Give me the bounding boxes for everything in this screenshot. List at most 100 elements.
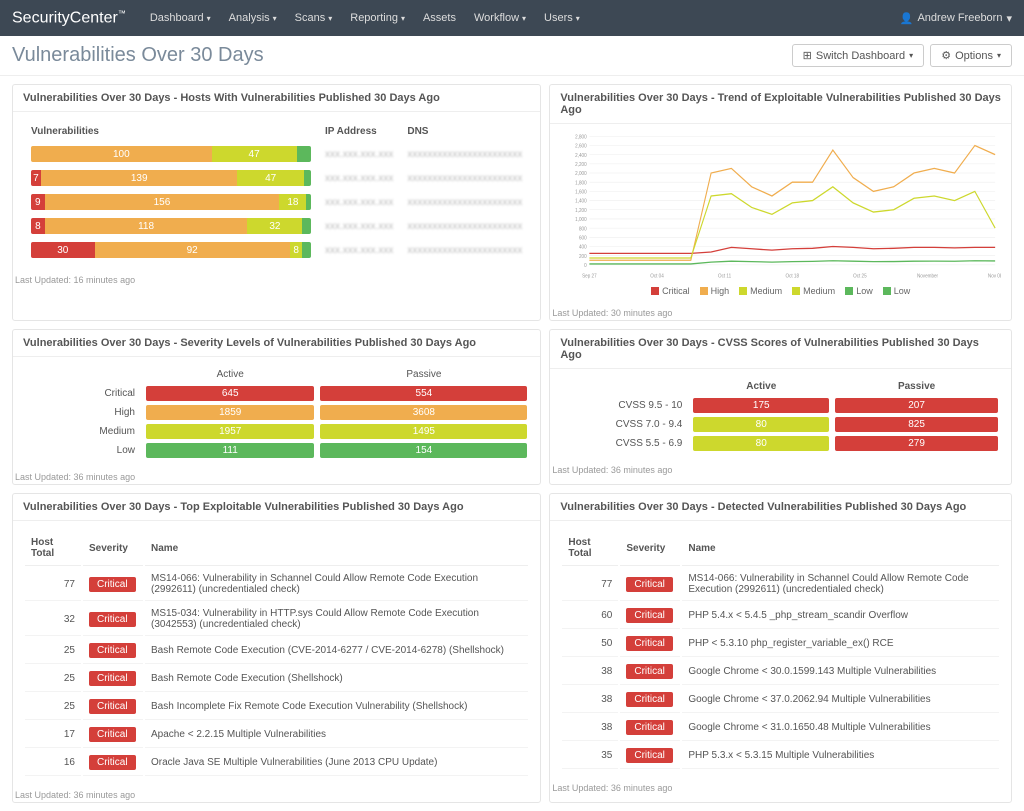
panel-hosts: Vulnerabilities Over 30 Days - Hosts Wit… (12, 84, 541, 321)
col-ip: IP Address (319, 122, 399, 141)
table-row[interactable]: 25 Critical Bash Incomplete Fix Remote C… (25, 694, 528, 720)
table-row[interactable]: 8 118 32 xxx.xxx.xxx.xxx xxxxxxxxxxxxxxx… (25, 215, 528, 237)
svg-text:Oct 11: Oct 11 (718, 273, 731, 279)
table-row[interactable]: 60 Critical PHP 5.4.x < 5.4.5 _php_strea… (562, 603, 999, 629)
severity-badge: Critical (89, 577, 136, 592)
panel-top-exploit: Vulnerabilities Over 30 Days - Top Explo… (12, 493, 541, 803)
svg-text:Nov 08: Nov 08 (988, 273, 1001, 279)
severity-badge: Critical (626, 720, 673, 735)
nav-workflow[interactable]: Workflow▾ (474, 12, 526, 24)
switch-dashboard-button[interactable]: ⊞ Switch Dashboard ▾ (792, 44, 925, 67)
table-row[interactable]: 16 Critical Oracle Java SE Multiple Vuln… (25, 750, 528, 776)
nav-assets[interactable]: Assets (423, 12, 456, 24)
table-row: Medium 1957 1495 (23, 422, 530, 441)
svg-text:400: 400 (579, 244, 587, 250)
col-vulnerabilities: Vulnerabilities (25, 122, 317, 141)
switch-icon: ⊞ (803, 49, 812, 62)
nav-dashboard[interactable]: Dashboard▾ (150, 12, 211, 24)
table-row[interactable]: 50 Critical PHP < 5.3.10 php_register_va… (562, 631, 999, 657)
panel-detected: Vulnerabilities Over 30 Days - Detected … (549, 493, 1012, 803)
svg-text:600: 600 (579, 235, 587, 241)
panel-detected-footer: Last Updated: 36 minutes ago (550, 779, 1011, 795)
page-title: Vulnerabilities Over 30 Days (12, 44, 792, 67)
table-row[interactable]: 38 Critical Google Chrome < 31.0.1650.48… (562, 715, 999, 741)
panel-hosts-footer: Last Updated: 16 minutes ago (13, 271, 540, 287)
trend-legend: Critical High Medium Medium Low Low (560, 282, 1001, 296)
nav-users[interactable]: Users▾ (544, 12, 580, 24)
vuln-bar: 30 92 8 (31, 242, 311, 258)
table-row: High 1859 3608 (23, 403, 530, 422)
table-row: CVSS 7.0 - 9.4 80 825 (560, 415, 1001, 434)
table-row[interactable]: 30 92 8 xxx.xxx.xxx.xxx xxxxxxxxxxxxxxxx… (25, 239, 528, 261)
table-row[interactable]: 35 Critical PHP 5.3.x < 5.3.15 Multiple … (562, 743, 999, 769)
panel-severity-footer: Last Updated: 36 minutes ago (13, 468, 540, 484)
svg-text:Oct 18: Oct 18 (786, 273, 800, 279)
svg-text:1,800: 1,800 (576, 180, 588, 186)
svg-text:2,400: 2,400 (576, 153, 588, 159)
ip-value: xxx.xxx.xxx.xxx (325, 149, 393, 160)
nav-scans[interactable]: Scans▾ (295, 12, 333, 24)
panel-cvss: Vulnerabilities Over 30 Days - CVSS Scor… (549, 329, 1012, 485)
table-row: Critical 645 554 (23, 384, 530, 403)
panel-hosts-title: Vulnerabilities Over 30 Days - Hosts Wit… (13, 85, 540, 112)
severity-badge: Critical (89, 612, 136, 627)
svg-text:200: 200 (579, 254, 587, 260)
table-row[interactable]: 7 139 47 xxx.xxx.xxx.xxx xxxxxxxxxxxxxxx… (25, 167, 528, 189)
table-row[interactable]: 32 Critical MS15-034: Vulnerability in H… (25, 603, 528, 636)
user-menu[interactable]: 👤 Andrew Freeborn ▾ (900, 12, 1012, 25)
trend-chart[interactable]: 0 200 400 600 800 1,000 1,200 1,400 1,600 1,800 2,… (560, 132, 1001, 282)
user-icon: 👤 (900, 12, 914, 25)
panel-detected-title: Vulnerabilities Over 30 Days - Detected … (550, 494, 1011, 521)
dns-value: xxxxxxxxxxxxxxxxxxxxxxx (407, 197, 522, 208)
top-navbar: SecurityCenter™ Dashboard▾ Analysis▾ Sca… (0, 0, 1024, 36)
panel-cvss-title: Vulnerabilities Over 30 Days - CVSS Scor… (550, 330, 1011, 369)
severity-badge: Critical (626, 748, 673, 763)
svg-text:1,000: 1,000 (576, 217, 588, 223)
svg-text:1,600: 1,600 (576, 189, 588, 195)
brand-logo: SecurityCenter™ (12, 9, 126, 27)
vuln-bar: 9 156 18 (31, 194, 311, 210)
ip-value: xxx.xxx.xxx.xxx (325, 245, 393, 256)
panel-trend: Vulnerabilities Over 30 Days - Trend of … (549, 84, 1012, 321)
table-row[interactable]: 9 156 18 xxx.xxx.xxx.xxx xxxxxxxxxxxxxxx… (25, 191, 528, 213)
table-row[interactable]: 38 Critical Google Chrome < 30.0.1599.14… (562, 659, 999, 685)
nav-analysis[interactable]: Analysis▾ (229, 12, 277, 24)
vuln-bar: 100 47 (31, 146, 311, 162)
panel-trend-footer: Last Updated: 30 minutes ago (550, 304, 1011, 320)
table-row[interactable]: 77 Critical MS14-066: Vulnerability in S… (25, 568, 528, 601)
svg-text:0: 0 (584, 263, 587, 269)
severity-badge: Critical (626, 577, 673, 592)
panel-top-exploit-footer: Last Updated: 36 minutes ago (13, 786, 540, 802)
svg-text:800: 800 (579, 226, 587, 232)
vuln-bar: 7 139 47 (31, 170, 311, 186)
severity-badge: Critical (626, 608, 673, 623)
severity-badge: Critical (89, 699, 136, 714)
table-row[interactable]: 17 Critical Apache < 2.2.15 Multiple Vul… (25, 722, 528, 748)
dns-value: xxxxxxxxxxxxxxxxxxxxxxx (407, 221, 522, 232)
panel-severity: Vulnerabilities Over 30 Days - Severity … (12, 329, 541, 485)
svg-text:Oct 25: Oct 25 (853, 273, 867, 279)
table-row[interactable]: 77 Critical MS14-066: Vulnerability in S… (562, 568, 999, 601)
svg-text:2,200: 2,200 (576, 162, 588, 168)
ip-value: xxx.xxx.xxx.xxx (325, 221, 393, 232)
table-row[interactable]: 38 Critical Google Chrome < 37.0.2062.94… (562, 687, 999, 713)
table-row[interactable]: 25 Critical Bash Remote Code Execution (… (25, 666, 528, 692)
ip-value: xxx.xxx.xxx.xxx (325, 173, 393, 184)
svg-text:2,800: 2,800 (576, 134, 588, 140)
svg-text:1,200: 1,200 (576, 208, 588, 214)
panel-cvss-footer: Last Updated: 36 minutes ago (550, 461, 1011, 477)
svg-text:Oct 04: Oct 04 (651, 273, 665, 279)
dns-value: xxxxxxxxxxxxxxxxxxxxxxx (407, 245, 522, 256)
table-row[interactable]: 100 47 xxx.xxx.xxx.xxx xxxxxxxxxxxxxxxxx… (25, 143, 528, 165)
severity-badge: Critical (89, 755, 136, 770)
nav-reporting[interactable]: Reporting▾ (350, 12, 405, 24)
table-row[interactable]: 25 Critical Bash Remote Code Execution (… (25, 638, 528, 664)
severity-badge: Critical (89, 643, 136, 658)
options-button[interactable]: ⚙ Options ▾ (930, 44, 1012, 67)
ip-value: xxx.xxx.xxx.xxx (325, 197, 393, 208)
gear-icon: ⚙ (941, 49, 951, 62)
vuln-bar: 8 118 32 (31, 218, 311, 234)
svg-text:Sep 27: Sep 27 (582, 273, 597, 279)
svg-text:1,400: 1,400 (576, 198, 588, 204)
panel-trend-title: Vulnerabilities Over 30 Days - Trend of … (550, 85, 1011, 124)
